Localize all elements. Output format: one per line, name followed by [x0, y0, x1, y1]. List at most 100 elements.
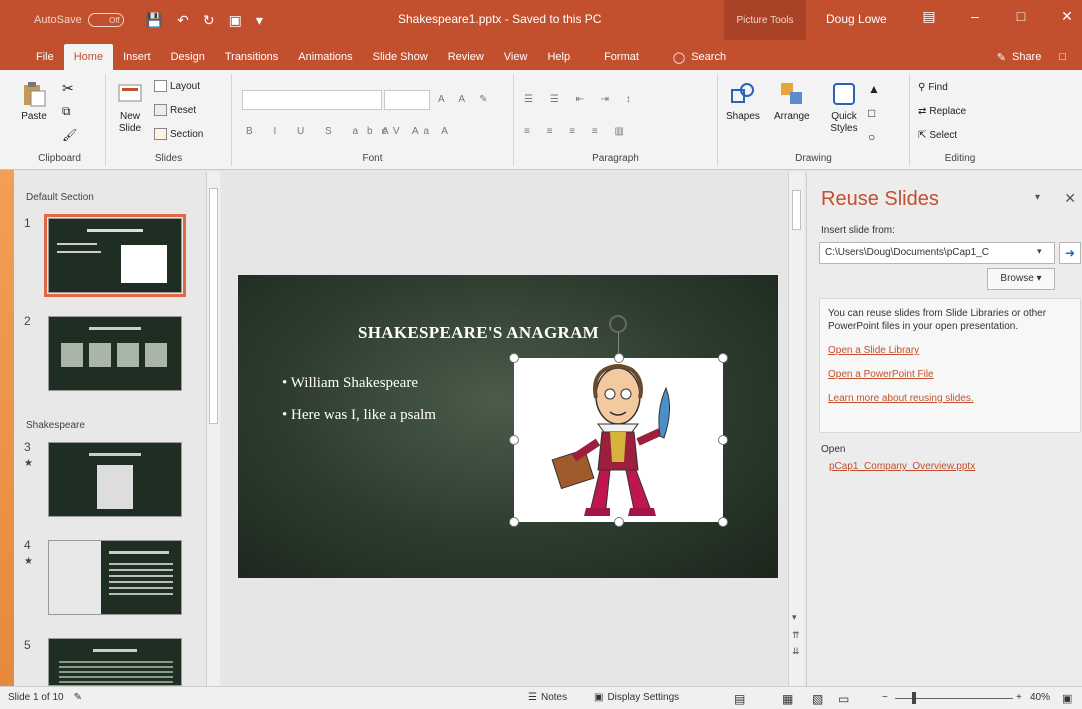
customize-qat-icon[interactable]: ▾ — [256, 12, 263, 29]
resize-handle[interactable] — [509, 353, 519, 363]
arrange-button[interactable]: Arrange — [774, 80, 810, 123]
previous-slide-icon[interactable]: ⇈ — [792, 630, 800, 641]
font-name-input[interactable] — [242, 90, 382, 110]
pane-options-icon[interactable]: ▾ — [1035, 192, 1040, 203]
slide-thumb-5[interactable] — [48, 638, 182, 686]
save-icon[interactable]: 💾 — [146, 12, 163, 29]
user-name[interactable]: Doug Lowe — [826, 12, 887, 26]
current-slide[interactable]: SHAKESPEARE'S ANAGRAM • William Shakespe… — [238, 275, 778, 578]
slide-show-icon[interactable]: ▭ — [838, 692, 849, 706]
spelling-icon[interactable]: ✎ — [74, 692, 82, 703]
slide-thumb-4[interactable] — [48, 540, 182, 615]
start-from-beginning-icon[interactable]: ▣ — [229, 12, 242, 29]
section-shakespeare[interactable]: Shakespeare — [26, 420, 85, 431]
next-slide-icon[interactable]: ⇊ — [792, 646, 800, 657]
slide-thumb-1[interactable] — [44, 214, 186, 297]
select-button[interactable]: ⇱ Select — [918, 130, 957, 141]
ribbon-display-icon[interactable]: ▤ — [906, 8, 952, 25]
zoom-slider-thumb[interactable] — [912, 692, 916, 704]
reset-button[interactable]: Reset — [154, 104, 196, 116]
scroll-down-icon[interactable]: ▾ — [792, 612, 797, 623]
shape-fill-icon[interactable]: ▲ — [868, 82, 880, 96]
slide-scrollbar[interactable]: ▾ ⇈ ⇊ — [788, 172, 804, 686]
slide-thumb-2[interactable] — [48, 316, 182, 391]
new-slide-button[interactable]: New Slide — [110, 80, 150, 135]
section-button[interactable]: Section — [154, 128, 203, 140]
font-format-buttons[interactable]: B I U S abc — [246, 126, 396, 137]
resize-handle[interactable] — [614, 353, 624, 363]
font-color-buttons[interactable]: AV Aa A — [382, 126, 453, 137]
comments-icon[interactable]: □ — [1059, 51, 1066, 63]
zoom-level[interactable]: 40% — [1030, 692, 1050, 703]
resize-handle[interactable] — [718, 517, 728, 527]
shapes-button[interactable]: Shapes — [726, 80, 760, 123]
maximize-icon[interactable]: □ — [998, 8, 1044, 25]
chevron-down-icon[interactable]: ▾ — [1037, 246, 1042, 257]
replace-button[interactable]: ⇄ Replace — [918, 106, 966, 117]
zoom-out-icon[interactable]: − — [882, 692, 888, 703]
autosave[interactable]: AutoSave Off — [34, 13, 124, 27]
close-icon[interactable]: ✕ — [1044, 8, 1082, 25]
tab-help[interactable]: Help — [537, 44, 580, 70]
resize-handle[interactable] — [718, 353, 728, 363]
shape-effects-icon[interactable]: ○ — [868, 130, 875, 144]
redo-icon[interactable]: ↻ — [203, 12, 215, 29]
resize-handle[interactable] — [614, 517, 624, 527]
align-buttons[interactable]: ≡ ≡ ≡ ≡ ▥ — [524, 126, 631, 137]
slide-title[interactable]: SHAKESPEARE'S ANAGRAM — [358, 323, 599, 343]
browse-button[interactable]: Browse ▾ — [987, 268, 1055, 290]
format-painter-icon[interactable]: 🖌 — [62, 128, 77, 142]
cut-icon[interactable]: ✂ — [62, 80, 74, 97]
tab-format[interactable]: Format — [594, 44, 649, 70]
tab-insert[interactable]: Insert — [113, 44, 161, 70]
list-buttons[interactable]: ☰ ☰ ⇤ ⇥ ↕ — [524, 94, 638, 105]
fit-to-window-icon[interactable]: ▣ — [1062, 692, 1072, 705]
resize-handle[interactable] — [509, 435, 519, 445]
tab-transitions[interactable]: Transitions — [215, 44, 288, 70]
slide-sorter-icon[interactable]: ▦ — [782, 692, 793, 706]
shape-outline-icon[interactable]: □ — [868, 106, 875, 120]
shakespeare-picture[interactable] — [514, 358, 723, 522]
rotate-handle-icon[interactable] — [609, 315, 627, 333]
slide-bullet-2[interactable]: • Here was I, like a psalm — [282, 407, 436, 424]
search-box[interactable]: ◯ Search — [673, 44, 726, 70]
undo-icon[interactable]: ↶ — [177, 12, 189, 29]
resize-handle[interactable] — [718, 435, 728, 445]
font-size-buttons[interactable]: A A ✎ — [438, 94, 494, 105]
tab-review[interactable]: Review — [438, 44, 494, 70]
display-settings-button[interactable]: ▣ Display Settings — [594, 692, 679, 703]
close-pane-icon[interactable]: ✕ — [1064, 190, 1076, 207]
tab-animations[interactable]: Animations — [288, 44, 362, 70]
share-button[interactable]: ✎ Share □ — [997, 44, 1082, 70]
quick-styles-button[interactable]: Quick Styles — [822, 80, 866, 135]
autosave-toggle[interactable]: Off — [87, 13, 124, 27]
open-slide-library-link[interactable]: Open a Slide Library — [828, 344, 1072, 357]
thumbnail-scrollbar[interactable] — [206, 172, 220, 686]
scroll-thumb[interactable] — [209, 188, 218, 424]
open-file-link[interactable]: pCap1_Company_Overview.pptx — [829, 461, 975, 472]
paste-button[interactable]: Paste — [20, 80, 48, 123]
open-powerpoint-file-link[interactable]: Open a PowerPoint File — [828, 368, 1072, 381]
learn-more-link[interactable]: Learn more about reusing slides. — [828, 392, 1072, 405]
minimize-icon[interactable]: – — [952, 8, 998, 25]
tab-file[interactable]: File — [26, 44, 64, 70]
notes-button[interactable]: ☰ Notes — [528, 692, 567, 703]
tab-home[interactable]: Home — [63, 44, 114, 70]
normal-view-icon[interactable]: ▤ — [734, 692, 745, 706]
reading-view-icon[interactable]: ▧ — [812, 692, 823, 706]
zoom-in-icon[interactable]: + — [1016, 692, 1022, 703]
slide-bullet-1[interactable]: • William Shakespeare — [282, 375, 418, 392]
copy-icon[interactable]: ⧉ — [62, 104, 71, 119]
resize-handle[interactable] — [509, 517, 519, 527]
tab-slide-show[interactable]: Slide Show — [363, 44, 438, 70]
tab-design[interactable]: Design — [161, 44, 215, 70]
insert-path-input[interactable]: C:\Users\Doug\Documents\pCap1_C — [819, 242, 1055, 264]
scroll-thumb[interactable] — [792, 190, 801, 230]
section-default[interactable]: Default Section — [26, 192, 94, 203]
layout-button[interactable]: Layout — [154, 80, 200, 92]
tab-view[interactable]: View — [494, 44, 538, 70]
font-size-input[interactable] — [384, 90, 430, 110]
slide-thumb-3[interactable] — [48, 442, 182, 517]
find-button[interactable]: ⚲ Find — [918, 82, 948, 93]
go-arrow-icon[interactable]: ➜ — [1059, 242, 1081, 264]
